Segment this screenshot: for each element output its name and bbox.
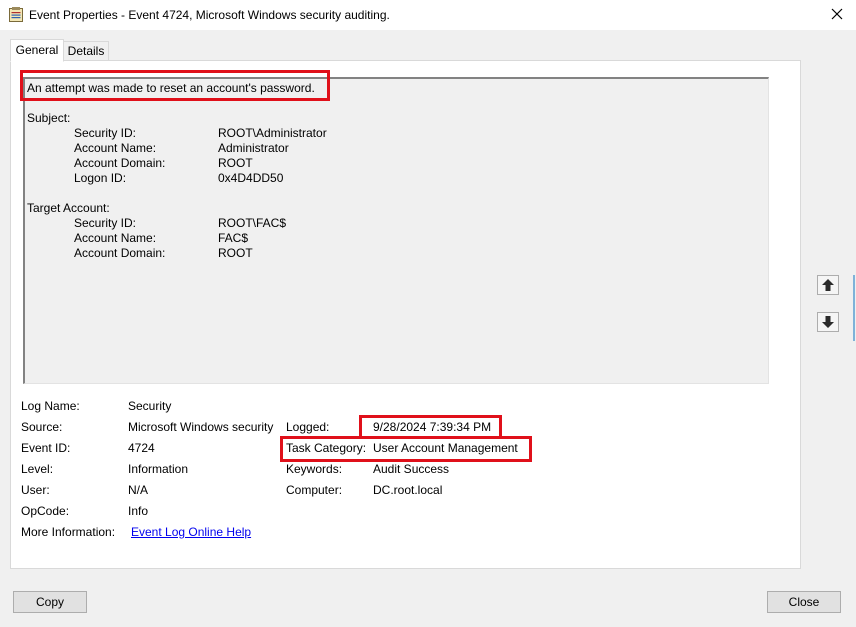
user-label: User:: [21, 483, 50, 497]
target-security-id-value: ROOT\FAC$: [218, 216, 287, 230]
computer-value: DC.root.local: [373, 483, 443, 497]
subject-logon-id-value: 0x4D4DD50: [218, 171, 284, 185]
highlight-headline: [20, 70, 330, 101]
close-button[interactable]: Close: [767, 591, 841, 613]
event-log-online-help-link[interactable]: Event Log Online Help: [131, 525, 251, 539]
subject-account-domain-label: Account Domain:: [74, 156, 166, 170]
source-value: Microsoft Windows security: [128, 420, 274, 434]
subject-account-name-label: Account Name:: [74, 141, 157, 155]
copy-button[interactable]: Copy: [13, 591, 87, 613]
next-event-button[interactable]: [817, 312, 839, 332]
log-name-value: Security: [128, 399, 172, 413]
level-value: Information: [128, 462, 189, 476]
close-icon[interactable]: [826, 3, 848, 25]
log-name-label: Log Name:: [21, 399, 80, 413]
subject-header: Subject:: [27, 111, 71, 125]
source-label: Source:: [21, 420, 63, 434]
target-account-domain-label: Account Domain:: [74, 246, 166, 260]
target-account-header: Target Account:: [27, 201, 110, 215]
previous-event-button[interactable]: [817, 275, 839, 295]
window-title: Event Properties - Event 4724, Microsoft…: [29, 8, 390, 22]
tab-general[interactable]: General: [10, 39, 64, 62]
target-account-domain-value: ROOT: [218, 246, 253, 260]
subject-security-id-label: Security ID:: [74, 126, 137, 140]
target-account-name-value: FAC$: [218, 231, 249, 245]
event-id-label: Event ID:: [21, 441, 71, 455]
keywords-value: Audit Success: [373, 462, 450, 476]
target-security-id-label: Security ID:: [74, 216, 137, 230]
highlight-task-category: [280, 436, 532, 462]
window-edge-accent: [853, 275, 855, 341]
target-account-name-label: Account Name:: [74, 231, 157, 245]
arrow-down-icon: [822, 316, 834, 328]
keywords-label: Keywords:: [286, 462, 343, 476]
event-id-value: 4724: [128, 441, 155, 455]
subject-security-id-value: ROOT\Administrator: [218, 126, 327, 140]
opcode-label: OpCode:: [21, 504, 70, 518]
title-bar: Event Properties - Event 4724, Microsoft…: [0, 0, 856, 30]
subject-logon-id-label: Logon ID:: [74, 171, 127, 185]
computer-label: Computer:: [286, 483, 343, 497]
level-label: Level:: [21, 462, 54, 476]
tab-details[interactable]: Details: [63, 41, 109, 61]
opcode-value: Info: [128, 504, 149, 518]
subject-account-name-value: Administrator: [218, 141, 289, 155]
subject-account-domain-value: ROOT: [218, 156, 253, 170]
logged-label: Logged:: [286, 420, 330, 434]
arrow-up-icon: [822, 279, 834, 291]
event-viewer-app-icon: [9, 7, 23, 22]
user-value: N/A: [128, 483, 149, 497]
more-information-label: More Information:: [21, 525, 116, 539]
